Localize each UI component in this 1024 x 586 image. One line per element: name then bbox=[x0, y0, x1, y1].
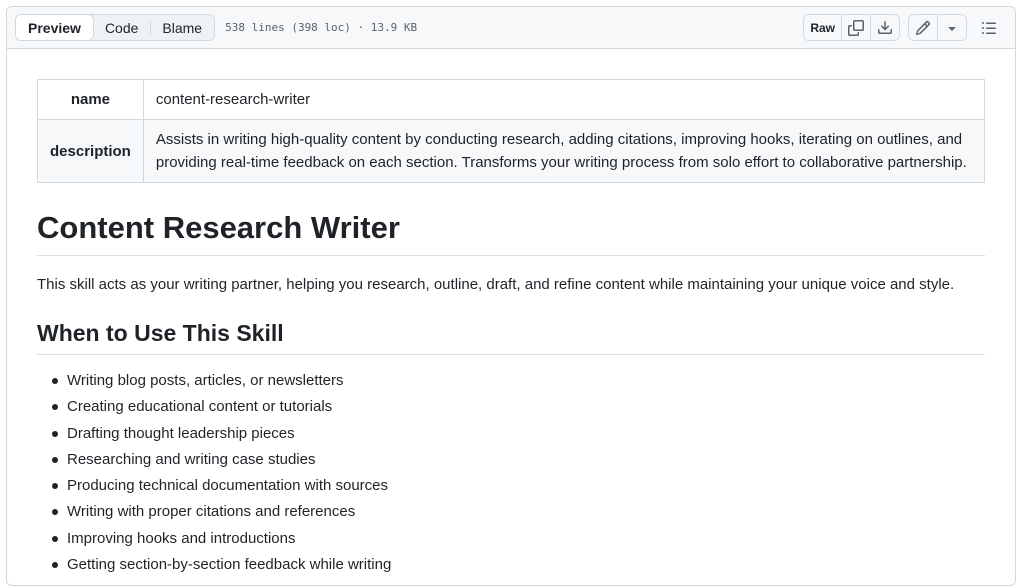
tab-blame[interactable]: Blame bbox=[150, 15, 214, 40]
frontmatter-key: description bbox=[37, 119, 144, 183]
frontmatter-table: name content-research-writer description… bbox=[37, 79, 986, 183]
edit-button[interactable] bbox=[909, 15, 937, 40]
list-item: Creating educational content or tutorial… bbox=[52, 394, 985, 420]
file-toolbar: Preview Code Blame 538 lines (398 loc) ·… bbox=[7, 7, 1015, 49]
tab-code[interactable]: Code bbox=[93, 15, 150, 40]
markdown-body: name content-research-writer description… bbox=[7, 49, 1015, 578]
intro-paragraph: This skill acts as your writing partner,… bbox=[37, 276, 955, 293]
list-item: Drafting thought leadership pieces bbox=[52, 421, 985, 447]
triangle-down-icon bbox=[948, 26, 956, 31]
file-actions: Raw bbox=[803, 14, 1003, 41]
copy-button[interactable] bbox=[841, 15, 870, 40]
download-button[interactable] bbox=[870, 15, 899, 40]
pencil-icon bbox=[915, 20, 931, 35]
list-item: Producing technical documentation with s… bbox=[52, 473, 985, 499]
edit-options-button[interactable] bbox=[937, 15, 966, 40]
page-title: Content Research Writer bbox=[37, 209, 985, 256]
frontmatter-key: name bbox=[37, 79, 144, 120]
file-viewer: Preview Code Blame 538 lines (398 loc) ·… bbox=[6, 6, 1016, 586]
list-item: Researching and writing case studies bbox=[52, 447, 985, 473]
list-item: Writing blog posts, articles, or newslet… bbox=[52, 368, 985, 394]
use-case-list: Writing blog posts, articles, or newslet… bbox=[37, 368, 985, 578]
list-item: Writing with proper citations and refere… bbox=[52, 499, 985, 525]
tab-preview[interactable]: Preview bbox=[16, 15, 94, 40]
frontmatter-value: Assists in writing high-quality content … bbox=[142, 119, 986, 183]
edit-group bbox=[908, 14, 967, 41]
outline-button[interactable] bbox=[975, 14, 1003, 41]
download-icon bbox=[878, 20, 892, 34]
view-mode-switch: Preview Code Blame bbox=[15, 14, 216, 41]
file-info: 538 lines (398 loc) · 13.9 KB bbox=[225, 21, 418, 34]
raw-button[interactable]: Raw bbox=[804, 15, 841, 40]
list-item: Improving hooks and introductions bbox=[52, 526, 985, 552]
table-row: description Assists in writing high-qual… bbox=[37, 119, 986, 183]
table-row: name content-research-writer bbox=[37, 79, 986, 120]
list-icon bbox=[982, 21, 996, 34]
section-heading: When to Use This Skill bbox=[37, 318, 985, 355]
copy-icon bbox=[848, 19, 864, 36]
frontmatter-value: content-research-writer bbox=[142, 79, 986, 120]
list-item: Getting section-by-section feedback whil… bbox=[52, 552, 985, 578]
raw-copy-download-group: Raw bbox=[803, 14, 900, 41]
